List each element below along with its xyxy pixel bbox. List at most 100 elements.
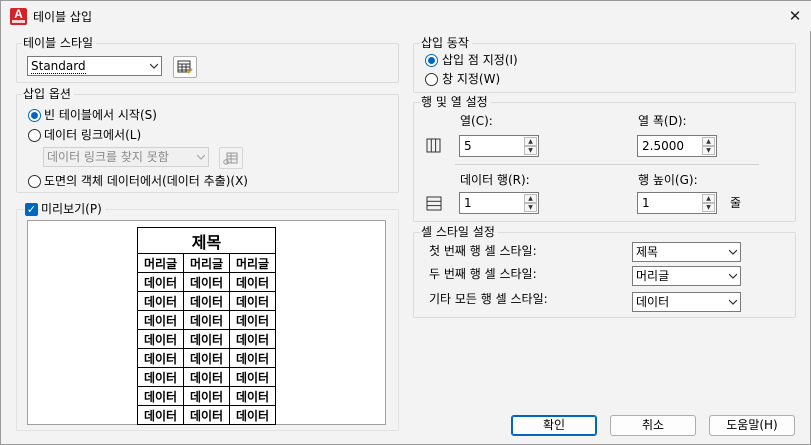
dialog-title: 테이블 삽입 <box>33 10 93 24</box>
title-bar: A 테이블 삽입 ✕ <box>1 1 811 31</box>
preview-data-cell: 데이터 <box>137 405 184 425</box>
table-style-value: Standard <box>31 59 86 74</box>
preview-header-cell: 머리글 <box>183 253 230 273</box>
chevron-down-icon <box>729 299 737 305</box>
column-width-label: 열 폭(D): <box>638 114 687 128</box>
start-empty-label[interactable]: 빈 테이블에서 시작(S) <box>44 108 157 122</box>
spin-down-icon[interactable]: ▼ <box>702 203 715 212</box>
spin-up-icon[interactable]: ▲ <box>524 194 537 203</box>
preview-checkbox[interactable]: ✓ <box>25 203 38 216</box>
ok-button[interactable]: 확인 <box>511 415 597 436</box>
preview-data-cell: 데이터 <box>183 272 230 292</box>
second-row-style-label: 두 번째 행 셀 스타일: <box>429 267 537 281</box>
spin-up-icon[interactable]: ▲ <box>524 137 537 146</box>
rows-icon <box>426 196 442 211</box>
preview-data-cell: 데이터 <box>183 291 230 311</box>
preview-data-cell: 데이터 <box>137 367 184 387</box>
autocad-app-icon: A <box>10 8 27 25</box>
preview-data-cell: 데이터 <box>183 329 230 349</box>
insert-table-dialog: A 테이블 삽입 ✕ 테이블 스타일 Standard 삽입 옵션 빈 테이블에… <box>0 0 811 445</box>
preview-data-row: 데이터 데이터 데이터 <box>137 329 276 349</box>
second-row-style-combo[interactable]: 머리글 <box>632 266 741 286</box>
data-rows-value: 1 <box>464 196 472 210</box>
insertion-behavior-group-label: 삽입 동작 <box>420 36 472 50</box>
row-height-spinner[interactable]: 1 ▲ ▼ <box>637 192 717 214</box>
preview-data-row: 데이터 데이터 데이터 <box>137 386 276 406</box>
cell-style-settings-group-label: 셀 스타일 설정 <box>420 225 498 239</box>
first-row-style-label: 첫 번째 행 셀 스타일: <box>429 244 537 258</box>
start-empty-radio[interactable] <box>28 109 41 122</box>
preview-data-cell: 데이터 <box>137 291 184 311</box>
data-rows-spinner[interactable]: 1 ▲ ▼ <box>459 192 539 214</box>
columns-icon <box>426 138 441 153</box>
preview-header-cell: 머리글 <box>229 253 276 273</box>
preview-data-cell: 데이터 <box>137 329 184 349</box>
preview-data-row: 데이터 데이터 데이터 <box>137 291 276 311</box>
row-height-label: 행 높이(G): <box>638 173 698 187</box>
chevron-down-icon <box>729 273 737 279</box>
specify-insertion-point-radio[interactable] <box>425 54 438 67</box>
table-style-dialog-button[interactable] <box>173 56 197 78</box>
data-link-combo[interactable]: 데이터 링크를 찾지 못함 <box>43 147 209 167</box>
spin-down-icon[interactable]: ▼ <box>524 203 537 212</box>
preview-data-cell: 데이터 <box>229 291 276 311</box>
preview-table: 제목 머리글 머리글 머리글 데이터 데이터 데이터 데이터 데이터 데이터 데이터 데이… <box>137 227 276 425</box>
spin-up-icon[interactable]: ▲ <box>702 194 715 203</box>
data-rows-label: 데이터 행(R): <box>460 173 530 187</box>
preview-title-row: 제목 <box>137 227 276 254</box>
insert-options-group-label: 삽입 옵션 <box>22 87 74 101</box>
spin-up-icon[interactable]: ▲ <box>702 137 715 146</box>
table-preview-area: 제목 머리글 머리글 머리글 데이터 데이터 데이터 데이터 데이터 데이터 데이터 데이… <box>27 220 386 425</box>
first-row-style-combo[interactable]: 제목 <box>632 242 741 262</box>
preview-data-cell: 데이터 <box>137 272 184 292</box>
chevron-down-icon <box>150 63 158 69</box>
preview-data-cell: 데이터 <box>229 367 276 387</box>
preview-data-row: 데이터 데이터 데이터 <box>137 405 276 425</box>
column-width-spinner[interactable]: 2.5000 ▲ ▼ <box>637 135 717 157</box>
column-width-value: 2.5000 <box>642 139 684 153</box>
close-icon[interactable]: ✕ <box>784 5 806 27</box>
columns-label: 열(C): <box>460 114 493 128</box>
specify-window-radio[interactable] <box>425 73 438 86</box>
specify-insertion-point-label[interactable]: 삽입 점 지정(I) <box>442 53 518 67</box>
other-rows-style-label: 기타 모든 행 셀 스타일: <box>429 292 548 306</box>
preview-header-cell: 머리글 <box>137 253 184 273</box>
cancel-button[interactable]: 취소 <box>610 415 696 436</box>
row-height-unit: 줄 <box>730 196 742 210</box>
table-style-combo[interactable]: Standard <box>27 56 162 76</box>
preview-data-row: 데이터 데이터 데이터 <box>137 272 276 292</box>
preview-data-cell: 데이터 <box>183 310 230 330</box>
preview-data-cell: 데이터 <box>183 348 230 368</box>
data-link-icon <box>223 152 238 165</box>
data-link-label[interactable]: 데이터 링크에서(L) <box>44 128 141 142</box>
other-rows-style-combo[interactable]: 데이터 <box>632 292 741 312</box>
preview-data-cell: 데이터 <box>229 386 276 406</box>
spin-down-icon[interactable]: ▼ <box>702 146 715 155</box>
preview-data-cell: 데이터 <box>137 386 184 406</box>
table-style-group-label: 테이블 스타일 <box>22 36 97 50</box>
columns-spinner[interactable]: 5 ▲ ▼ <box>459 135 539 157</box>
chevron-down-icon <box>729 249 737 255</box>
preview-data-cell: 데이터 <box>229 348 276 368</box>
help-button[interactable]: 도움말(H) <box>709 415 795 436</box>
preview-data-cell: 데이터 <box>229 405 276 425</box>
preview-data-cell: 데이터 <box>137 348 184 368</box>
preview-title-cell: 제목 <box>137 227 276 254</box>
row-column-settings-group-label: 행 및 열 설정 <box>420 95 491 109</box>
object-data-radio[interactable] <box>28 175 41 188</box>
chevron-down-icon <box>197 154 205 160</box>
preview-label[interactable]: 미리보기(P) <box>41 202 105 216</box>
preview-header-row: 머리글 머리글 머리글 <box>137 253 276 273</box>
data-link-manager-button[interactable] <box>219 147 243 169</box>
object-data-label[interactable]: 도면의 객체 데이터에서(데이터 추출)(X) <box>44 174 248 188</box>
preview-data-cell: 데이터 <box>183 405 230 425</box>
first-row-style-value: 제목 <box>636 245 659 259</box>
data-link-radio[interactable] <box>28 129 41 142</box>
second-row-style-value: 머리글 <box>636 269 670 283</box>
preview-data-row: 데이터 데이터 데이터 <box>137 310 276 330</box>
spin-down-icon[interactable]: ▼ <box>524 146 537 155</box>
preview-data-row: 데이터 데이터 데이터 <box>137 348 276 368</box>
table-style-icon <box>177 60 193 74</box>
specify-window-label[interactable]: 창 지정(W) <box>442 72 500 86</box>
preview-data-cell: 데이터 <box>229 310 276 330</box>
